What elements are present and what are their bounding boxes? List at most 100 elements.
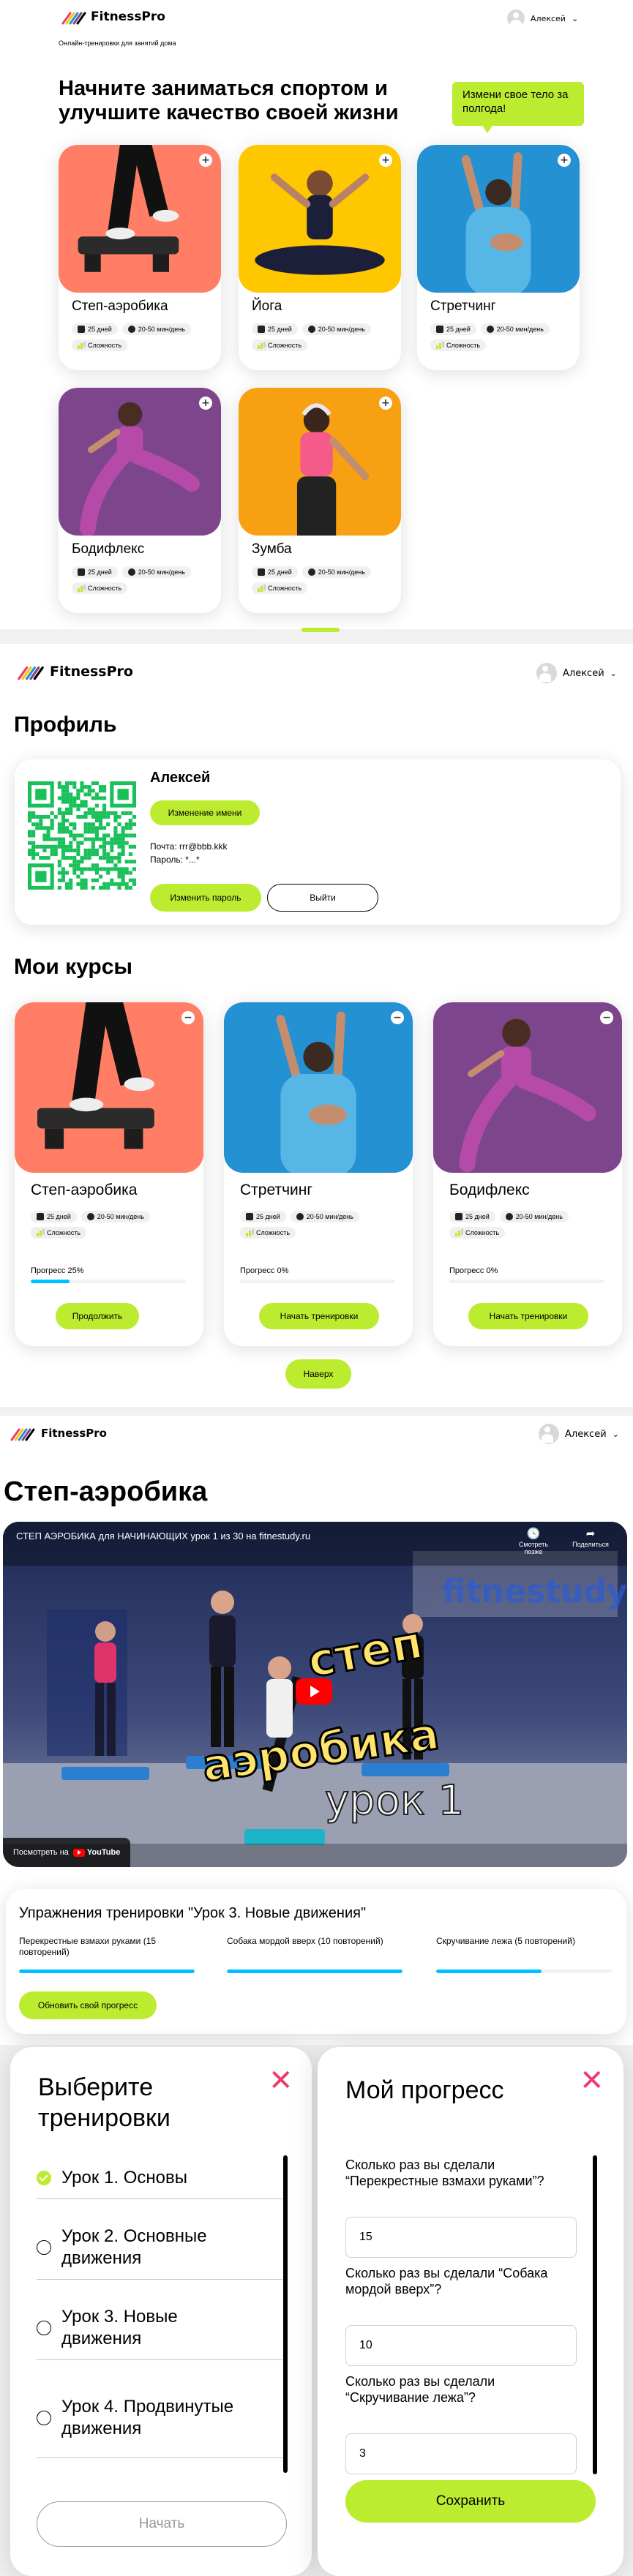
youtube-label: YouTube <box>86 1848 121 1857</box>
course-tags: 25 дней 20-50 мин/день Сложность <box>240 1211 401 1239</box>
save-button[interactable]: Сохранить <box>345 2480 596 2523</box>
lesson-option[interactable]: Урок 3. Новые движения <box>37 2296 282 2360</box>
user-menu[interactable]: Алексей ⌄ <box>539 1424 619 1444</box>
watch-on-youtube-link[interactable]: Посмотреть на YouTube <box>3 1838 131 1867</box>
duration-badge-icon <box>307 326 315 333</box>
level-badge-text: Сложность <box>268 342 302 349</box>
course-title: Степ-аэробика <box>72 298 168 314</box>
radio-icon[interactable] <box>37 2410 51 2425</box>
question-input[interactable]: 3 <box>345 2433 577 2474</box>
logout-button[interactable]: Выйти <box>267 884 378 912</box>
progress-scrollbar[interactable] <box>593 2155 597 2474</box>
profile-title: Профиль <box>14 713 117 737</box>
course-action-button[interactable]: Продолжить <box>56 1303 139 1329</box>
my-course-card[interactable]: − Стретчинг 25 дней 20-50 мин/день Сложн… <box>224 1002 413 1346</box>
question-label: Сколько раз вы сделали “Перекрестные взм… <box>345 2158 544 2188</box>
watch-later-button[interactable]: 🕓 Смотреть позже <box>512 1528 555 1555</box>
video-title[interactable]: СТЕП АЭРОБИКА для НАЧИНАЮЩИХ урок 1 из 3… <box>16 1531 310 1542</box>
course-action-button[interactable]: Начать тренировки <box>259 1303 379 1329</box>
question-input[interactable]: 10 <box>345 2325 577 2366</box>
user-name: Алексей <box>565 1428 607 1440</box>
course-title: Бодифлекс <box>72 541 145 557</box>
my-course-card[interactable]: − Бодифлекс 25 дней 20-50 мин/день Сложн… <box>433 1002 622 1346</box>
course-card[interactable]: + Бодифлекс 25 дней 20-50 мин/день Сложн… <box>59 388 221 613</box>
logo-icon <box>61 12 86 25</box>
question-input[interactable]: 15 <box>345 2217 577 2258</box>
days-badge: 25 дней <box>430 323 476 335</box>
radio-icon[interactable] <box>37 2320 51 2335</box>
logo-text: FitnessPro <box>50 664 133 680</box>
watch-on-label: Посмотреть на <box>13 1848 69 1857</box>
exercise-progress-bar <box>436 1969 612 1973</box>
level-badge: Сложность <box>72 582 128 594</box>
course-image <box>239 388 401 536</box>
add-course-icon[interactable]: + <box>199 154 212 167</box>
scroll-hint <box>301 628 340 632</box>
progress-title: Мой прогресс <box>345 2076 504 2104</box>
share-label: Поделиться <box>572 1541 609 1548</box>
course-card[interactable]: + Степ-аэробика 25 дней 20-50 мин/день С… <box>59 145 221 370</box>
add-course-icon[interactable]: + <box>199 397 212 410</box>
user-menu[interactable]: Алексей ⌄ <box>507 10 578 27</box>
play-button[interactable] <box>296 1678 332 1705</box>
course-card[interactable]: + Зумба 25 дней 20-50 мин/день Сложность <box>239 388 401 613</box>
logo[interactable]: FitnessPro <box>9 1424 107 1443</box>
play-icon <box>310 1686 320 1697</box>
my-courses-title: Мои курсы <box>14 955 133 979</box>
course-card[interactable]: + Стретчинг 25 дней 20-50 мин/день Сложн… <box>417 145 580 370</box>
logo-icon <box>18 666 44 680</box>
change-name-button[interactable]: Изменение имени <box>150 800 260 825</box>
add-course-icon[interactable]: + <box>379 154 392 167</box>
lesson-option[interactable]: Урок 1. Основы <box>37 2157 282 2199</box>
days-badge: 25 дней <box>72 566 118 578</box>
duration-badge-icon <box>486 326 494 333</box>
days-badge-text: 25 дней <box>88 568 112 576</box>
course-card[interactable]: + Йога 25 дней 20-50 мин/день Сложность <box>239 145 401 370</box>
remove-course-icon[interactable]: − <box>391 1011 404 1024</box>
question-label: Сколько раз вы сделали “Скручивание лежа… <box>345 2374 495 2405</box>
duration-badge-icon <box>127 568 135 576</box>
select-workout-title: Выберите тренировки <box>38 2073 171 2132</box>
progress-label: Прогресс 0% <box>240 1266 289 1275</box>
remove-course-icon[interactable]: − <box>181 1011 195 1024</box>
logo[interactable]: FitnessPro <box>16 661 133 682</box>
duration-badge-text: 20-50 мин/день <box>318 568 365 576</box>
course-image <box>417 145 580 293</box>
radio-checked-icon[interactable] <box>37 2170 51 2185</box>
days-badge-text: 25 дней <box>256 1213 280 1220</box>
days-badge: 25 дней <box>72 323 118 335</box>
exercises-title: Упражнения тренировки "Урок 3. Новые дви… <box>19 1905 367 1921</box>
change-password-button[interactable]: Изменить пароль <box>150 884 261 912</box>
duration-badge: 20-50 мин/день <box>301 323 371 335</box>
remove-course-icon[interactable]: − <box>600 1011 613 1024</box>
lesson-option[interactable]: Урок 2. Основные движения <box>37 2215 282 2280</box>
chevron-down-icon: ⌄ <box>571 13 579 23</box>
video-player[interactable]: степ аэробика урок 1 fitnestudy.ru СТЕП … <box>3 1522 627 1867</box>
back-to-top-button[interactable]: Наверх <box>285 1359 351 1389</box>
course-tags: 25 дней 20-50 мин/день Сложность <box>449 1211 610 1239</box>
start-button[interactable]: Начать <box>37 2501 287 2547</box>
close-icon[interactable]: ✕ <box>269 2066 293 2095</box>
user-menu[interactable]: Алексей ⌄ <box>536 663 617 683</box>
logo[interactable]: FitnessPro <box>61 7 165 26</box>
progress-bar <box>31 1280 186 1283</box>
close-icon[interactable]: ✕ <box>580 2066 604 2095</box>
lesson-option[interactable]: Урок 4. Продвинутые движения <box>37 2378 282 2458</box>
update-progress-button[interactable]: Обновить свой прогресс <box>19 1991 157 2019</box>
level-badge: Сложность <box>449 1227 506 1239</box>
my-course-card[interactable]: − Степ-аэробика 25 дней 20-50 мин/день С… <box>15 1002 203 1346</box>
add-course-icon[interactable]: + <box>558 154 571 167</box>
level-badge-icon <box>258 585 265 592</box>
share-button[interactable]: ➦ Поделиться <box>565 1528 616 1548</box>
lesson-scrollbar[interactable] <box>283 2155 288 2473</box>
radio-icon[interactable] <box>37 2239 51 2255</box>
workout-title: Степ-аэробика <box>4 1476 208 1507</box>
level-badge-text: Сложность <box>268 585 302 592</box>
days-badge-icon <box>436 326 443 333</box>
add-course-icon[interactable]: + <box>379 397 392 410</box>
course-image <box>59 388 221 536</box>
course-image <box>59 145 221 293</box>
exercise-progress-fill <box>436 1969 542 1973</box>
profile-email: Почта: rrr@bbb.kkk <box>150 841 228 852</box>
course-action-button[interactable]: Начать тренировки <box>468 1303 588 1329</box>
